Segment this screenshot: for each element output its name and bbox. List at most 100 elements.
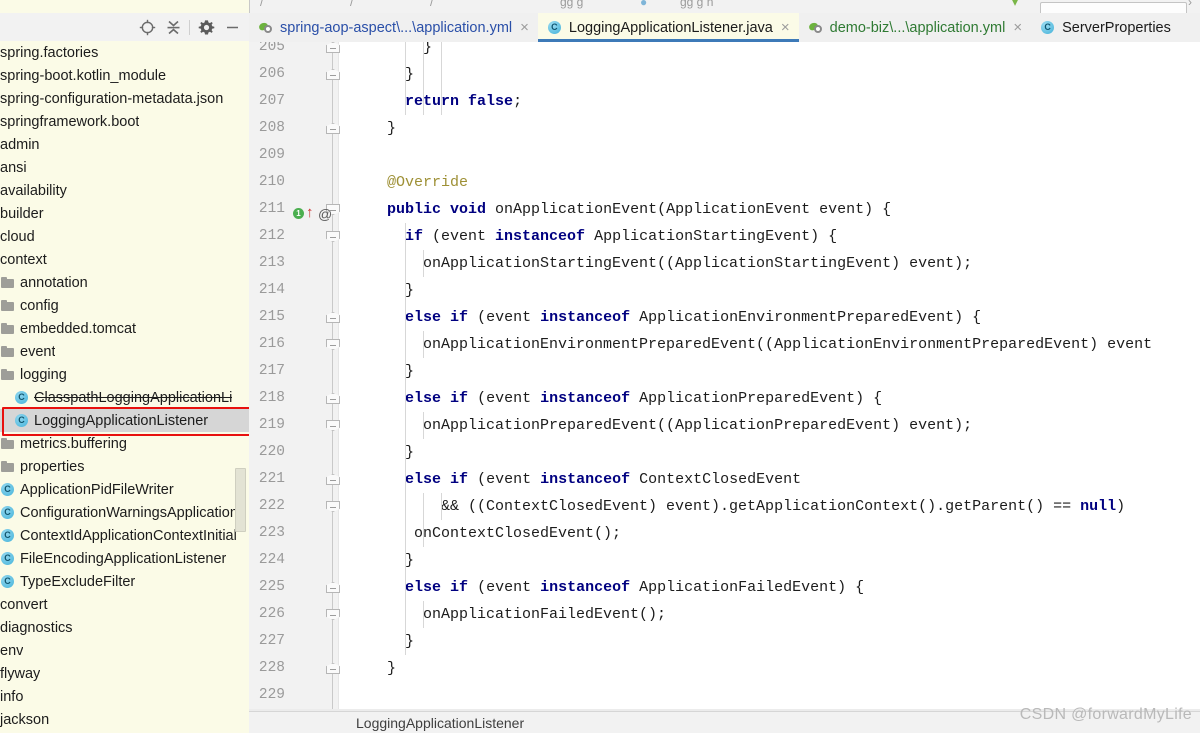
code-line[interactable]: 219 onApplicationPreparedEvent((Applicat… xyxy=(249,412,1200,439)
collapse-all-icon[interactable] xyxy=(160,17,186,38)
tree-item[interactable]: env xyxy=(0,639,249,662)
code-line[interactable]: 228} xyxy=(249,655,1200,682)
editor-tab-bar[interactable]: spring-aop-aspect\...\application.yml×Lo… xyxy=(249,13,1200,43)
code-text: return false; xyxy=(405,93,523,110)
tree-item[interactable]: properties xyxy=(0,455,249,478)
override-method-icon[interactable]: ↑ xyxy=(306,205,314,220)
tree-item[interactable]: ApplicationPidFileWriter xyxy=(0,478,249,501)
toolbar-chevron-icon[interactable]: ▾ xyxy=(1012,0,1018,9)
tree-item-label: context xyxy=(0,251,47,268)
tree-item[interactable]: context xyxy=(0,248,249,271)
gear-icon[interactable] xyxy=(193,17,219,38)
tree-item[interactable]: spring-boot.kotlin_module xyxy=(0,64,249,87)
folder-icon xyxy=(0,275,16,291)
tree-item[interactable]: cloud xyxy=(0,225,249,248)
breadcrumb[interactable]: LoggingApplicationListener xyxy=(356,715,524,731)
code-line[interactable]: 209 xyxy=(249,142,1200,169)
code-line[interactable]: 218 else if (event instanceof Applicatio… xyxy=(249,385,1200,412)
code-line[interactable]: 206 } xyxy=(249,61,1200,88)
tree-item[interactable]: embedded.tomcat xyxy=(0,317,249,340)
editor-tab[interactable]: ServerProperties xyxy=(1031,13,1180,42)
tree-item[interactable]: jackson xyxy=(0,708,249,731)
code-line[interactable]: 220 } xyxy=(249,439,1200,466)
tree-item[interactable]: annotation xyxy=(0,271,249,294)
sidebar-scrollbar-thumb[interactable] xyxy=(235,468,246,532)
indent-guide xyxy=(405,439,407,466)
fold-bar xyxy=(330,426,336,427)
tree-item[interactable]: ClasspathLoggingApplicationLi xyxy=(0,386,249,409)
code-line[interactable]: 212 if (event instanceof ApplicationStar… xyxy=(249,223,1200,250)
tree-item[interactable]: spring.factories xyxy=(0,41,249,64)
tree-item-label: jackson xyxy=(0,711,50,728)
code-text: if (event instanceof ApplicationStarting… xyxy=(405,228,838,245)
code-line[interactable]: 207 return false; xyxy=(249,88,1200,115)
tree-item[interactable]: LoggingApplicationListener xyxy=(0,409,249,432)
toolbar-ghost-glyph: › xyxy=(1188,0,1192,9)
tree-item-label: metrics.buffering xyxy=(20,435,127,452)
code-line[interactable]: 217 } xyxy=(249,358,1200,385)
java-class-icon xyxy=(0,482,16,498)
fold-bar xyxy=(330,318,336,319)
code-text: } xyxy=(387,120,397,137)
code-line[interactable]: 223 onContextClosedEvent(); xyxy=(249,520,1200,547)
tree-item-label: springframework.boot xyxy=(0,113,140,130)
tree-item[interactable]: ContextIdApplicationContextInitial xyxy=(0,524,249,547)
code-line[interactable]: 229 xyxy=(249,682,1200,709)
toolbar-ghost-glyph: / xyxy=(350,0,354,9)
indent-guide xyxy=(441,88,443,115)
editor-tab[interactable]: demo-biz\...\application.yml × xyxy=(798,13,1032,42)
tree-item-label: diagnostics xyxy=(0,619,73,636)
close-icon[interactable]: × xyxy=(779,20,790,35)
tree-item[interactable]: spring-configuration-metadata.json xyxy=(0,87,249,110)
run-gutter-icon[interactable]: 1 xyxy=(293,208,304,219)
code-line[interactable]: 213 onApplicationStartingEvent((Applicat… xyxy=(249,250,1200,277)
code-line[interactable]: 210 @Override xyxy=(249,169,1200,196)
code-line[interactable]: 225 else if (event instanceof Applicatio… xyxy=(249,574,1200,601)
tree-item[interactable]: admin xyxy=(0,133,249,156)
code-editor[interactable]: 205 } 206 } 207 return false; 208} 209 210 @Ov… xyxy=(249,42,1200,711)
code-line[interactable]: 214 } xyxy=(249,277,1200,304)
tree-item[interactable]: builder xyxy=(0,202,249,225)
tree-item[interactable]: FileEncodingApplicationListener xyxy=(0,547,249,570)
tree-item-label: logging xyxy=(20,366,67,383)
project-tree[interactable]: spring.factories spring-boot.kotlin_modul… xyxy=(0,41,249,733)
annotation-gutter-icon[interactable]: @ xyxy=(318,206,332,222)
tree-item[interactable]: event xyxy=(0,340,249,363)
indent-guide xyxy=(405,331,407,358)
code-line[interactable]: 205 } xyxy=(249,42,1200,61)
toolbar-ghost-glyph: ● xyxy=(640,0,648,9)
tree-item[interactable]: springframework.boot xyxy=(0,110,249,133)
code-line[interactable]: 208} xyxy=(249,115,1200,142)
close-icon[interactable]: × xyxy=(518,20,529,35)
close-icon[interactable]: × xyxy=(1011,20,1022,35)
tree-item[interactable]: logging xyxy=(0,363,249,386)
fold-bar xyxy=(330,588,336,589)
code-line[interactable]: 226 onApplicationFailedEvent(); xyxy=(249,601,1200,628)
tree-item[interactable]: convert xyxy=(0,593,249,616)
tree-item[interactable]: ansi xyxy=(0,156,249,179)
tree-item[interactable]: config xyxy=(0,294,249,317)
tree-item[interactable]: metrics.buffering xyxy=(0,432,249,455)
tree-item[interactable]: ConfigurationWarningsApplication xyxy=(0,501,249,524)
tree-item[interactable]: info xyxy=(0,685,249,708)
tree-item[interactable]: diagnostics xyxy=(0,616,249,639)
editor-tab[interactable]: LoggingApplicationListener.java × xyxy=(537,13,799,42)
code-line[interactable]: 224 } xyxy=(249,547,1200,574)
tree-item-label: flyway xyxy=(0,665,41,682)
locate-icon[interactable] xyxy=(134,17,160,38)
editor-tab[interactable]: spring-aop-aspect\...\application.yml × xyxy=(249,13,538,42)
fold-bar xyxy=(330,48,336,49)
code-line[interactable]: 211 public void onApplicationEvent(Applic… xyxy=(249,196,1200,223)
code-line[interactable]: 216 onApplicationEnvironmentPreparedEven… xyxy=(249,331,1200,358)
hide-panel-icon[interactable] xyxy=(219,17,245,38)
code-line[interactable]: 215 else if (event instanceof Applicatio… xyxy=(249,304,1200,331)
tree-item[interactable]: flyway xyxy=(0,662,249,685)
tree-item[interactable]: availability xyxy=(0,179,249,202)
tree-item[interactable]: TypeExcludeFilter xyxy=(0,570,249,593)
code-line[interactable]: 222 && ((ContextClosedEvent) event).getA… xyxy=(249,493,1200,520)
code-line[interactable]: 221 else if (event instanceof ContextClo… xyxy=(249,466,1200,493)
indent-guide xyxy=(423,42,425,61)
indent-guide xyxy=(405,520,407,547)
code-text: else if (event instanceof ApplicationEnv… xyxy=(405,309,982,326)
code-line[interactable]: 227 } xyxy=(249,628,1200,655)
